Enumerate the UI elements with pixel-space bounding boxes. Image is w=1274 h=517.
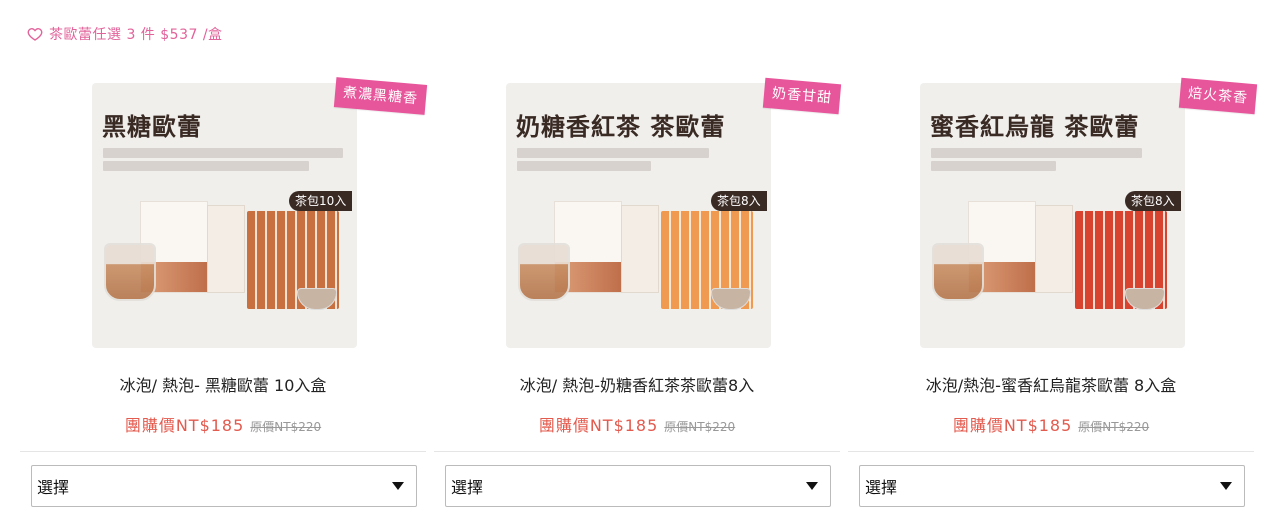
milk-tea-glass-illustration [932,243,984,301]
product-image-description-lines [517,148,757,174]
product-card: 黑糖歐蕾 茶包10入 煮濃黑糖香 冰泡/ 熱泡- 黑糖歐蕾 10入盒 團購價NT… [20,60,428,517]
pack-count-tag: 茶包8入 [1125,191,1181,211]
product-image-title: 蜜香紅烏龍 茶歐蕾 [930,112,1140,141]
price-row: 團購價NT$185 原價NT$220 [848,412,1254,436]
pack-count-tag: 茶包8入 [711,191,767,211]
option-select-value: 選擇 [37,478,70,497]
pack-count-tag: 茶包10入 [289,191,353,211]
product-image-description-lines [103,148,343,174]
product-image-title: 奶糖香紅茶 茶歐蕾 [516,112,726,141]
divider [848,451,1254,452]
product-name[interactable]: 冰泡/ 熱泡- 黑糖歐蕾 10入盒 [20,372,426,396]
dropdown-arrow-icon [1220,482,1232,490]
product-image-title: 黑糖歐蕾 [102,112,202,141]
group-price: 團購價NT$185 [124,416,245,435]
milk-tea-glass-illustration [104,243,156,301]
product-card: 奶糖香紅茶 茶歐蕾 茶包8入 奶香甘甜 冰泡/ 熱泡-奶糖香紅茶茶歐蕾8入 團購… [434,60,842,517]
product-card: 蜜香紅烏龍 茶歐蕾 茶包8入 焙火茶香 冰泡/熱泡-蜜香紅烏龍茶歐蕾 8入盒 團… [848,60,1258,517]
heart-outline-icon [27,28,43,41]
product-box-side-illustration [207,205,245,293]
dropdown-arrow-icon [806,482,818,490]
milk-tea-glass-illustration [518,243,570,301]
product-name[interactable]: 冰泡/熱泡-蜜香紅烏龍茶歐蕾 8入盒 [848,372,1254,396]
option-select[interactable]: 選擇 [859,465,1245,507]
product-image-description-lines [931,148,1171,174]
promo-text: 茶歐蕾任選 3 件 $537 /盒 [49,27,223,43]
product-box-side-illustration [1035,205,1073,293]
option-select[interactable]: 選擇 [445,465,831,507]
product-image[interactable]: 奶糖香紅茶 茶歐蕾 茶包8入 [506,83,771,348]
original-price: 原價NT$220 [1078,420,1150,434]
group-price: 團購價NT$185 [952,416,1073,435]
flavor-ribbon: 奶香甘甜 [762,77,842,115]
divider [434,451,840,452]
promo-banner: 茶歐蕾任選 3 件 $537 /盒 [27,24,223,44]
price-row: 團購價NT$185 原價NT$220 [20,412,426,436]
original-price: 原價NT$220 [664,420,736,434]
price-row: 團購價NT$185 原價NT$220 [434,412,840,436]
product-grid: 黑糖歐蕾 茶包10入 煮濃黑糖香 冰泡/ 熱泡- 黑糖歐蕾 10入盒 團購價NT… [20,60,1258,517]
option-select-value: 選擇 [865,478,898,497]
original-price: 原價NT$220 [250,420,322,434]
product-image[interactable]: 蜜香紅烏龍 茶歐蕾 茶包8入 [920,83,1185,348]
product-image[interactable]: 黑糖歐蕾 茶包10入 [92,83,357,348]
option-select-value: 選擇 [451,478,484,497]
flavor-ribbon: 焙火茶香 [1178,77,1258,115]
product-box-side-illustration [621,205,659,293]
group-price: 團購價NT$185 [538,416,659,435]
dropdown-arrow-icon [392,482,404,490]
option-select[interactable]: 選擇 [31,465,417,507]
product-name[interactable]: 冰泡/ 熱泡-奶糖香紅茶茶歐蕾8入 [434,372,840,396]
divider [20,451,426,452]
